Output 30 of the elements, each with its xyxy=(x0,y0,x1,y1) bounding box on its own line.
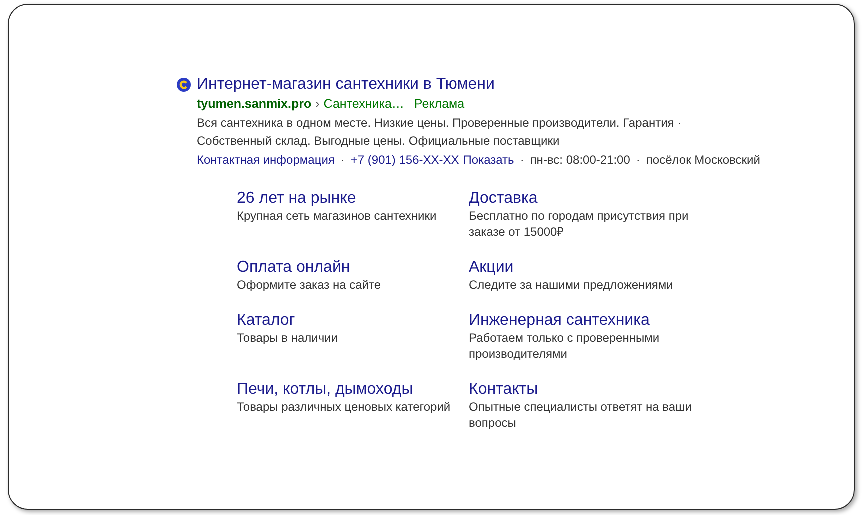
separator-dot: · xyxy=(636,153,640,167)
sitelink-description: Следите за нашими предложениями xyxy=(469,277,674,293)
ad-label: Реклама xyxy=(414,97,465,111)
sitelink-description: Товары различных ценовых категорий xyxy=(237,399,452,415)
sitelink[interactable]: Контакты xyxy=(469,380,701,399)
sitelink-description: Работаем только с проверенными производителями xyxy=(469,330,661,362)
breadcrumb-separator: › xyxy=(316,97,320,111)
contact-text: посёлок Московский xyxy=(646,153,760,167)
contact-text: пн-вс: 08:00-21:00 xyxy=(530,153,630,167)
separator-dot: · xyxy=(340,153,345,167)
domain-link[interactable]: tyumen.sanmix.pro xyxy=(197,97,312,111)
favicon-icon xyxy=(177,78,191,92)
sitelink[interactable]: 26 лет на рынке xyxy=(237,189,469,208)
sitelink-description: Бесплатно по городам присутствия при заказе от 15000₽ xyxy=(469,208,690,240)
sitelink[interactable]: Оплата онлайн xyxy=(237,258,469,277)
sitelink-description: Опытные специалисты ответят на ваши вопросы xyxy=(469,399,693,431)
ad-title-link[interactable]: Интернет-магазин сантехники в Тюмени xyxy=(197,76,495,94)
sitelink-description: Оформите заказ на сайте xyxy=(237,277,382,293)
sitelink[interactable]: Доставка xyxy=(469,189,701,208)
sitelink[interactable]: Каталог xyxy=(237,311,469,330)
sitelink-description: Крупная сеть магазинов сантехники xyxy=(237,208,438,224)
sitelink-description: Товары в наличии xyxy=(237,330,339,346)
sitelink[interactable]: Инженерная сантехника xyxy=(469,311,701,330)
sitelink[interactable]: Акции xyxy=(469,258,701,277)
phone-number: +7 (901) 156-XX-XX xyxy=(350,153,460,167)
separator-dot: · xyxy=(520,153,524,167)
contact-info-link[interactable]: Контактная информация xyxy=(197,153,335,167)
sitelink[interactable]: Печи, котлы, дымоходы xyxy=(237,380,469,399)
breadcrumb-link[interactable]: Сантехника… xyxy=(324,97,404,111)
show-phone-link[interactable]: Показать xyxy=(463,153,514,167)
